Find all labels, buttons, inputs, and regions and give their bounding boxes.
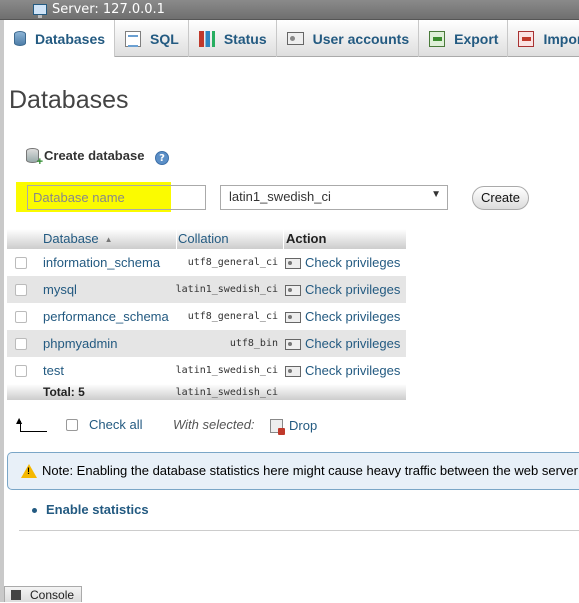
statistics-notice: Note: Enabling the database statistics h… (7, 452, 579, 490)
row-checkbox[interactable] (15, 311, 27, 323)
check-privileges-link[interactable]: Check privileges (305, 336, 400, 351)
enable-statistics-label: Enable statistics (46, 502, 149, 517)
top-tab-bar: Databases SQL Status User accounts Expor… (4, 20, 579, 57)
drop-button[interactable]: Drop (289, 418, 317, 433)
check-privileges-link[interactable]: Check privileges (305, 363, 400, 378)
console-toggle[interactable]: Console (4, 586, 82, 602)
database-add-icon (26, 148, 43, 168)
tab-sql[interactable]: SQL (115, 20, 189, 57)
total-label: Total: 5 (43, 385, 85, 399)
database-collation: latin1_swedish_ci (175, 365, 278, 376)
database-collation: utf8_bin (229, 338, 278, 349)
database-icon (14, 31, 26, 46)
privileges-icon[interactable] (285, 366, 301, 377)
tab-status-label: Status (223, 30, 267, 47)
databases-table: Database ▲ Collation Action information_s… (7, 229, 406, 400)
page-title: Databases (9, 86, 129, 114)
table-row: phpmyadmin utf8_bin Check privileges (7, 330, 406, 357)
database-name-link[interactable]: phpmyadmin (43, 336, 117, 351)
help-icon[interactable]: ? (155, 151, 169, 165)
import-icon (518, 30, 535, 47)
database-collation: utf8_general_ci (187, 257, 278, 268)
table-row: test latin1_swedish_ci Check privileges (7, 357, 406, 384)
tab-status[interactable]: Status (189, 20, 277, 57)
bullet-icon (32, 508, 37, 514)
enable-statistics-link[interactable]: Enable statistics (32, 502, 149, 517)
tab-import[interactable]: Import (508, 20, 579, 57)
tab-user-accounts[interactable]: User accounts (277, 20, 420, 57)
database-collation: utf8_general_ci (187, 311, 278, 322)
privileges-icon[interactable] (285, 285, 301, 296)
notice-text: Note: Enabling the database statistics h… (42, 463, 578, 478)
server-title[interactable]: Server: 127.0.0.1 (52, 2, 165, 17)
status-icon (198, 30, 215, 47)
database-name-link[interactable]: information_schema (43, 255, 160, 270)
warning-icon (21, 464, 37, 478)
privileges-icon[interactable] (285, 258, 301, 269)
column-header-action-label: Action (286, 231, 327, 246)
table-row: performance_schema utf8_general_ci Check… (7, 303, 406, 330)
tab-user-accounts-label: User accounts (312, 30, 410, 47)
table-row: information_schema utf8_general_ci Check… (7, 249, 406, 276)
collation-select-value: latin1_swedish_ci (229, 189, 331, 204)
check-privileges-link[interactable]: Check privileges (305, 255, 400, 270)
console-icon (11, 590, 21, 600)
tab-databases-label: Databases (35, 30, 106, 47)
with-selected-label: With selected: (173, 417, 255, 432)
column-header-action: Action (286, 229, 406, 249)
row-checkbox[interactable] (15, 338, 27, 350)
privileges-icon[interactable] (285, 312, 301, 323)
check-all-checkbox[interactable] (66, 419, 78, 431)
export-icon (429, 30, 446, 47)
console-label: Console (30, 588, 75, 602)
table-row: mysql latin1_swedish_ci Check privileges (7, 276, 406, 303)
check-privileges-link[interactable]: Check privileges (305, 282, 400, 297)
divider (19, 530, 579, 531)
server-icon (33, 4, 47, 18)
row-checkbox[interactable] (15, 365, 27, 377)
database-name-link[interactable]: performance_schema (43, 309, 169, 324)
tab-import-label: Import (543, 30, 579, 47)
chevron-down-icon: ▼ (431, 189, 441, 200)
arrow-up-left-icon: ▲ (16, 416, 48, 432)
tab-export[interactable]: Export (419, 20, 509, 57)
users-icon (286, 32, 304, 45)
sort-ascending-icon: ▲ (104, 234, 113, 244)
check-all-label[interactable]: Check all (89, 417, 142, 432)
database-name-link[interactable]: test (43, 363, 64, 378)
table-total-row: Total: 5 latin1_swedish_ci (7, 384, 406, 400)
database-collation: latin1_swedish_ci (175, 284, 278, 295)
privileges-icon[interactable] (285, 339, 301, 350)
tab-export-label: Export (454, 30, 499, 47)
check-privileges-link[interactable]: Check privileges (305, 309, 400, 324)
column-header-collation-label: Collation (178, 231, 229, 246)
collation-select[interactable]: latin1_swedish_ci ▼ (220, 185, 448, 210)
column-header-database-label: Database (43, 231, 99, 246)
left-edge (0, 0, 4, 602)
create-button[interactable]: Create (472, 186, 529, 210)
database-name-input[interactable] (27, 185, 206, 210)
tab-sql-label: SQL (150, 30, 179, 47)
database-name-link[interactable]: mysql (43, 282, 77, 297)
sql-icon (125, 30, 142, 47)
column-header-database[interactable]: Database ▲ (43, 229, 177, 249)
row-checkbox[interactable] (15, 284, 27, 296)
total-collation: latin1_swedish_ci (175, 387, 278, 398)
tab-databases[interactable]: Databases (4, 20, 116, 57)
create-database-label: Create database (44, 148, 145, 163)
table-header: Database ▲ Collation Action (7, 229, 406, 249)
create-database-header: Create database (26, 148, 145, 168)
column-header-collation[interactable]: Collation (178, 229, 284, 249)
row-checkbox[interactable] (15, 257, 27, 269)
drop-icon[interactable] (270, 419, 285, 435)
server-breadcrumb[interactable]: Server: 127.0.0.1 (0, 0, 579, 20)
